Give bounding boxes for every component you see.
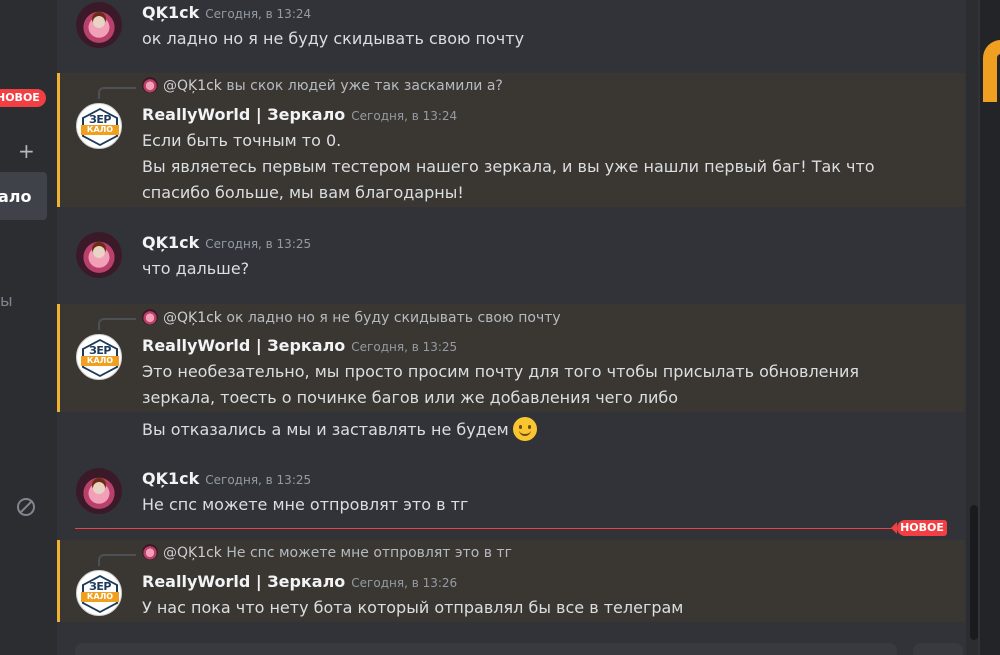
message-timestamp: Сегодня, в 13:26 [351,576,458,590]
message-timestamp: Сегодня, в 13:24 [205,7,312,21]
bot-logo-text-top: ЗЕР [89,344,111,357]
avatar[interactable]: ЗЕР КАЛО [76,570,122,616]
message-timestamp: Сегодня, в 13:25 [205,473,312,487]
reply-avatar [142,309,158,325]
message-text: что дальше? [142,259,250,278]
new-messages-divider [75,528,947,529]
reply-text: ок ладно но я не буду скидывать свою поч… [226,310,561,326]
message-text: Вы являетесь первым тестером нашего зерк… [142,157,875,176]
block-icon[interactable] [17,498,35,516]
reply-mention[interactable]: @QĶ1ck [163,78,222,94]
scrollbar-thumb[interactable] [970,505,978,640]
message[interactable]: QĶ1ck Сегодня, в 13:25 что дальше? [57,226,965,292]
avatar[interactable]: ЗЕР КАЛО [76,103,122,149]
profile-banner [983,40,1000,102]
bot-logo-text-bottom: КАЛО [81,125,119,135]
reply-text: вы скок людей уже так заскамили а? [226,78,503,94]
right-panel [980,0,1000,655]
sidebar-item-channel[interactable]: ы [0,291,13,310]
message-text: спасибо больше, мы вам благодарны! [142,183,464,202]
sidebar-item-label: ало [0,187,32,206]
message-author[interactable]: QĶ1ck Сегодня, в 13:25 [142,469,311,488]
reply-spine [98,318,136,330]
reply-avatar [142,544,158,560]
input-accessory[interactable] [913,643,963,655]
reply-avatar [142,77,158,93]
avatar[interactable] [76,2,122,48]
message-text: Не спс можете мне отпровлят это в тг [142,495,469,514]
message-author[interactable]: ReallyWorld | Зеркало Сегодня, в 13:24 [142,105,457,124]
scrollbar-track[interactable] [966,0,978,655]
message-text: У нас пока что нету бота который отправл… [142,598,684,617]
add-channel-icon[interactable]: + [18,141,35,161]
message-timestamp: Сегодня, в 13:24 [351,109,458,123]
bot-logo-text-top: ЗЕР [89,580,111,593]
reply-preview[interactable]: @QĶ1ck Не спс можете мне отпровлят это в… [142,544,512,562]
message-text: зеркала, тоесть о починке багов или же д… [142,388,679,407]
message-author[interactable]: ReallyWorld | Зеркало Сегодня, в 13:26 [142,572,457,591]
avatar[interactable] [76,232,122,278]
reply-preview[interactable]: @QĶ1ck вы скок людей уже так заскамили а… [142,77,503,95]
new-unread-badge[interactable]: НОВОЕ [0,89,46,107]
new-messages-badge: НОВОЕ [891,520,947,536]
bot-logo-text-bottom: КАЛО [81,592,119,602]
reply-spine [98,87,136,99]
message-list: QĶ1ck Сегодня, в 13:24 ок ладно но я не б… [57,0,980,655]
message-text: ок ладно но я не буду скидывать свою поч… [142,29,525,48]
slight-smile-emoji-icon[interactable] [512,417,537,441]
message-input[interactable] [75,643,897,655]
reply-spine [98,554,136,566]
message[interactable]: QĶ1ck Сегодня, в 13:25 Не спс можете мне … [57,464,965,524]
message-text-followup: Вы отказались а мы и заставлять не будем [142,417,537,441]
avatar[interactable]: ЗЕР КАЛО [76,334,122,380]
message-author[interactable]: ReallyWorld | Зеркало Сегодня, в 13:25 [142,336,457,355]
bot-logo-text-bottom: КАЛО [81,356,119,366]
message[interactable]: @QĶ1ck Не спс можете мне отпровлят это в… [57,540,965,622]
message[interactable]: @QĶ1ck вы скок людей уже так заскамили а… [57,73,965,207]
message-author[interactable]: QĶ1ck Сегодня, в 13:25 [142,233,311,252]
message-timestamp: Сегодня, в 13:25 [351,340,458,354]
message-text: Это необезательно, мы просто просим почт… [142,362,859,381]
sidebar-item-active-channel[interactable]: ало [0,172,47,220]
bot-logo-text-top: ЗЕР [89,113,111,126]
reply-mention[interactable]: @QĶ1ck [163,310,222,326]
reply-mention[interactable]: @QĶ1ck [163,545,222,561]
message-author[interactable]: QĶ1ck Сегодня, в 13:24 [142,3,311,22]
message-text: Если быть точным то 0. [142,131,342,150]
reply-preview[interactable]: @QĶ1ck ок ладно но я не буду скидывать с… [142,309,561,327]
reply-text: Не спс можете мне отпровлят это в тг [226,545,512,561]
message[interactable]: @QĶ1ck ок ладно но я не буду скидывать с… [57,304,965,412]
message-timestamp: Сегодня, в 13:25 [205,237,312,251]
discord-window: НОВОЕ + ало ы QĶ1ck Сегодня, в 13:24 ок л… [0,0,1000,655]
avatar[interactable] [76,468,122,514]
channel-sidebar: НОВОЕ + ало ы [0,0,57,655]
message[interactable]: QĶ1ck Сегодня, в 13:24 ок ладно но я не б… [57,0,965,66]
